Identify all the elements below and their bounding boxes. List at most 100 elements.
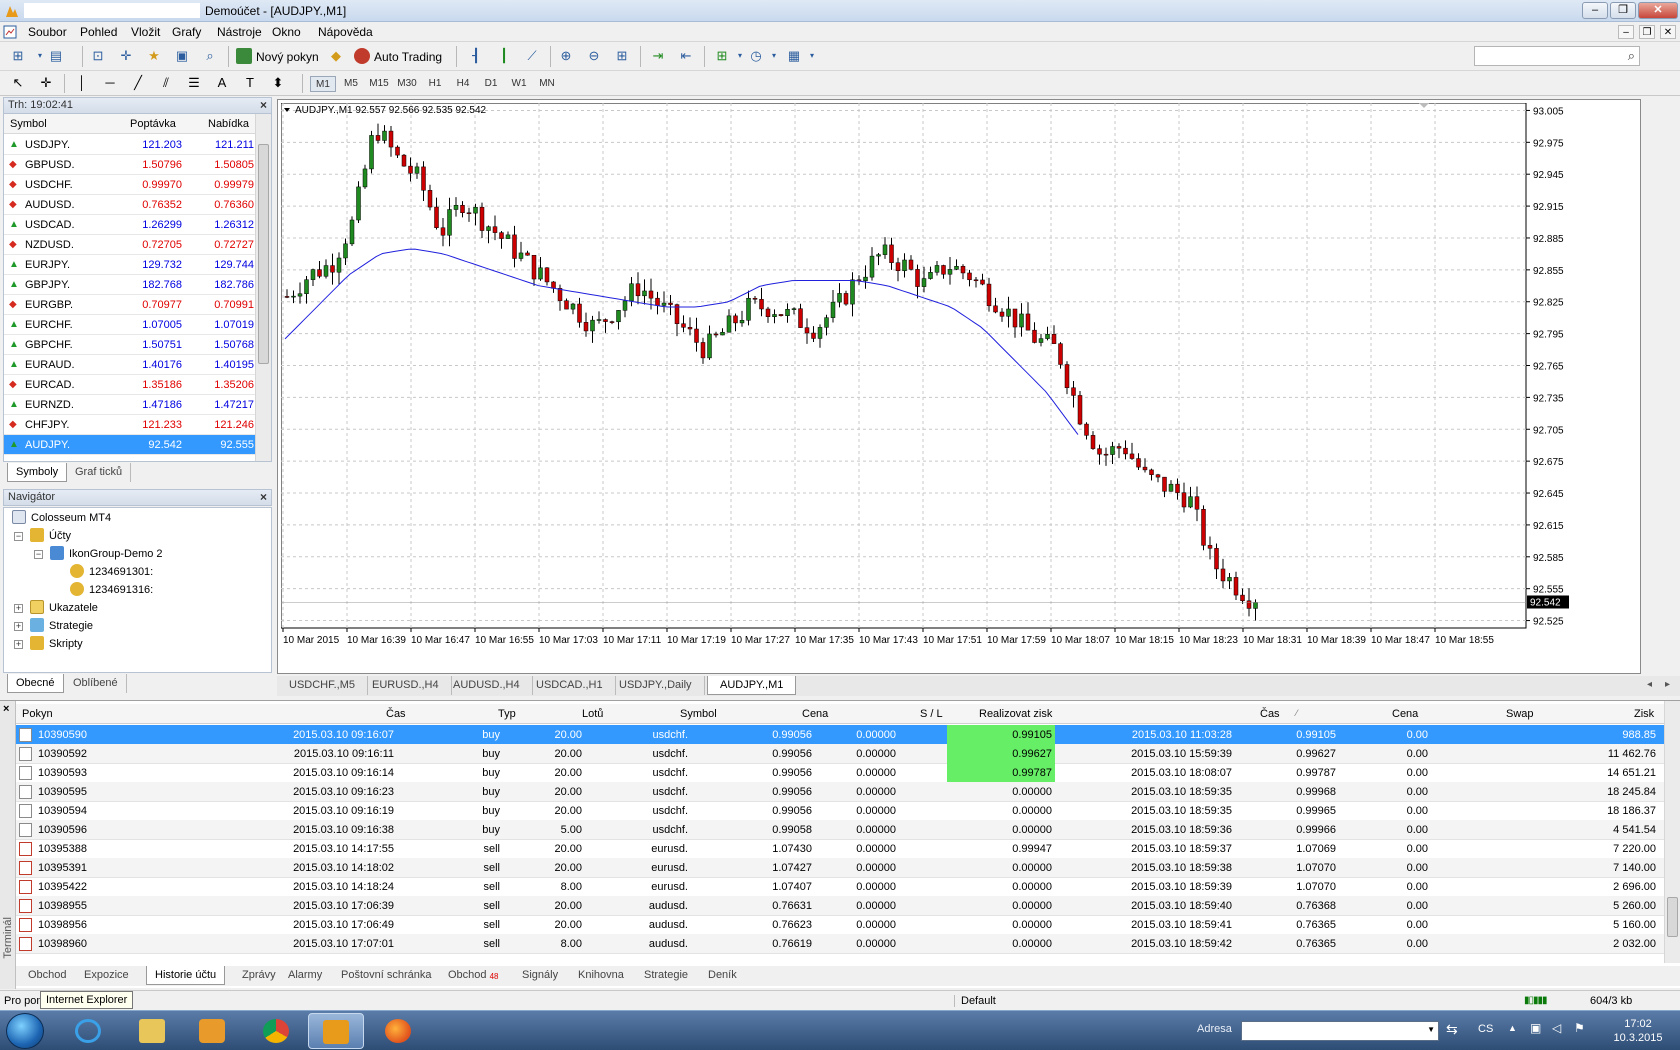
- tab-news[interactable]: Zprávy: [234, 966, 284, 985]
- taskbar-firefox[interactable]: [370, 1013, 426, 1049]
- mdi-restore-button[interactable]: ❐: [1639, 25, 1655, 39]
- nav-strategies[interactable]: Strategie: [30, 618, 93, 634]
- market-watch-icon[interactable]: ⊡: [88, 46, 108, 66]
- history-row[interactable]: 10395422 2015.03.10 14:18:24 sell 8.00 eurus…: [16, 877, 1664, 897]
- chart-tab-audusd-h4[interactable]: AUDUSD.,H4: [441, 676, 533, 695]
- column-price[interactable]: Cena: [802, 708, 828, 720]
- new-chart-icon[interactable]: ⊞: [8, 46, 28, 66]
- tab-tick-chart[interactable]: Graf ticků: [67, 463, 132, 482]
- expand-icon[interactable]: +: [14, 640, 23, 649]
- timeframe-m15[interactable]: M15: [366, 76, 392, 92]
- column-sl[interactable]: S / L: [920, 708, 943, 720]
- taskbar-metatrader[interactable]: [308, 1013, 364, 1049]
- expand-icon[interactable]: +: [14, 622, 23, 631]
- menu-napoveda[interactable]: Nápověda: [318, 25, 373, 39]
- address-input[interactable]: ▼: [1241, 1021, 1439, 1041]
- tabs-scroll-right-icon[interactable]: ▸: [1665, 679, 1670, 690]
- mdi-minimize-button[interactable]: –: [1618, 25, 1634, 39]
- nav-account-1[interactable]: 1234691301:: [70, 564, 153, 580]
- search-icon[interactable]: ⌕: [1628, 48, 1635, 64]
- history-row[interactable]: 10390590 2015.03.10 09:16:07 buy 20.00 usdch…: [16, 725, 1664, 745]
- new-order-button[interactable]: Nový pokyn: [236, 47, 319, 67]
- expand-icon[interactable]: +: [14, 604, 23, 613]
- market-watch-row[interactable]: ▲ USDJPY. 121.203 121.211: [4, 135, 257, 155]
- market-watch-row[interactable]: ▲ EURAUD. 1.40176 1.40195: [4, 355, 257, 375]
- bar-chart-icon[interactable]: ┨: [466, 46, 486, 66]
- tab-library[interactable]: Knihovna: [570, 966, 632, 985]
- data-window-icon[interactable]: ✛: [116, 46, 136, 66]
- column-order[interactable]: Pokyn: [22, 708, 53, 720]
- chart-tab-eurusd-h4[interactable]: EURUSD.,H4: [360, 676, 452, 695]
- minimize-button[interactable]: –: [1582, 2, 1608, 19]
- trendline-icon[interactable]: ╱: [128, 73, 148, 93]
- tab-strategies[interactable]: Strategie: [636, 966, 696, 985]
- timeframe-d1[interactable]: D1: [478, 76, 504, 92]
- history-row[interactable]: 10390592 2015.03.10 09:16:11 buy 20.00 usdch…: [16, 744, 1664, 764]
- column-close-time[interactable]: Čas: [1260, 708, 1280, 720]
- dropdown-arrow-icon[interactable]: ▾: [764, 46, 784, 66]
- market-watch-row[interactable]: ▲ EURJPY. 129.732 129.744: [4, 255, 257, 275]
- taskbar-chrome[interactable]: [248, 1013, 304, 1049]
- tab-exposure[interactable]: Expozice: [76, 966, 137, 985]
- history-row[interactable]: 10398956 2015.03.10 17:06:49 sell 20.00 audu…: [16, 915, 1664, 935]
- metaeditor-icon[interactable]: ◆: [326, 46, 346, 66]
- arrows-icon[interactable]: ⬍: [268, 73, 288, 93]
- text-label-icon[interactable]: T: [240, 73, 260, 93]
- scrollbar-thumb[interactable]: [1667, 897, 1678, 937]
- column-swap[interactable]: Swap: [1506, 708, 1534, 720]
- tab-general[interactable]: Obecné: [7, 674, 64, 693]
- market-watch-row[interactable]: ◆ NZDUSD. 0.72705 0.72727: [4, 235, 257, 255]
- nav-scripts[interactable]: Skripty: [30, 636, 83, 652]
- maximize-button[interactable]: ❐: [1610, 2, 1636, 19]
- timeframe-mn[interactable]: MN: [534, 76, 560, 92]
- horizontal-line-icon[interactable]: ─: [100, 73, 120, 93]
- fibonacci-icon[interactable]: ☰: [184, 73, 204, 93]
- go-icon[interactable]: ⇆: [1446, 1021, 1458, 1038]
- zoom-out-icon[interactable]: ⊖: [584, 46, 604, 66]
- column-symbol[interactable]: Symbol: [10, 118, 47, 130]
- candlestick-icon[interactable]: ┃: [494, 46, 514, 66]
- zoom-in-icon[interactable]: ⊕: [556, 46, 576, 66]
- close-icon[interactable]: ×: [260, 490, 267, 505]
- templates-icon[interactable]: ▦: [784, 46, 804, 66]
- close-button[interactable]: ✕: [1638, 2, 1678, 19]
- timeframe-m30[interactable]: M30: [394, 76, 420, 92]
- nav-server[interactable]: IkonGroup-Demo 2: [50, 546, 163, 562]
- network-icon[interactable]: ▣: [1530, 1021, 1541, 1035]
- market-watch-row[interactable]: ◆ EURCAD. 1.35186 1.35206: [4, 375, 257, 395]
- market-watch-row-partial[interactable]: [4, 455, 257, 461]
- market-watch-row[interactable]: ▲ GBPCHF. 1.50751 1.50768: [4, 335, 257, 355]
- system-clock[interactable]: 17:02 10.3.2015: [1605, 1017, 1671, 1045]
- history-row[interactable]: 10390596 2015.03.10 09:16:38 buy 5.00 usdchf…: [16, 820, 1664, 840]
- channel-icon[interactable]: ⫽: [156, 73, 176, 93]
- dropdown-arrow-icon[interactable]: ▾: [802, 46, 822, 66]
- dropdown-arrow-icon[interactable]: ▼: [1427, 1025, 1435, 1034]
- column-tp[interactable]: Realizovat zisk: [979, 708, 1052, 720]
- navigator-icon[interactable]: ★: [144, 46, 164, 66]
- market-watch-row[interactable]: ▲ AUDJPY. 92.542 92.555: [4, 435, 257, 455]
- nav-root[interactable]: Colosseum MT4: [12, 510, 111, 526]
- chart-tab-usdchf-m5[interactable]: USDCHF.,M5: [277, 676, 369, 695]
- history-row[interactable]: 10390594 2015.03.10 09:16:19 buy 20.00 usdch…: [16, 801, 1664, 821]
- close-icon[interactable]: ×: [3, 703, 9, 715]
- tabs-scroll-left-icon[interactable]: ◂: [1647, 679, 1652, 690]
- taskbar-explorer[interactable]: [124, 1013, 180, 1049]
- tab-market[interactable]: Obchod 48: [440, 966, 507, 985]
- nav-account-2[interactable]: 1234691316:: [70, 582, 153, 598]
- show-hidden-icons-icon[interactable]: ▲: [1508, 1023, 1517, 1033]
- column-type[interactable]: Typ: [498, 708, 516, 720]
- text-icon[interactable]: A: [212, 73, 232, 93]
- flag-icon[interactable]: ⚑: [1574, 1021, 1585, 1035]
- crosshair-icon[interactable]: ✛: [36, 73, 56, 93]
- cursor-icon[interactable]: ↖: [8, 73, 28, 93]
- menu-grafy[interactable]: Grafy: [172, 25, 201, 39]
- column-ask[interactable]: Nabídka: [208, 118, 249, 130]
- close-icon[interactable]: ×: [260, 98, 267, 113]
- terminal-scrollbar[interactable]: [1664, 701, 1680, 963]
- profiles-icon[interactable]: ▤: [46, 46, 66, 66]
- language-indicator[interactable]: CS: [1478, 1023, 1493, 1035]
- history-row[interactable]: 10390593 2015.03.10 09:16:14 buy 20.00 usdch…: [16, 763, 1664, 783]
- volume-icon[interactable]: ◁: [1552, 1021, 1561, 1035]
- tab-trade[interactable]: Obchod: [20, 966, 75, 985]
- timeframe-h4[interactable]: H4: [450, 76, 476, 92]
